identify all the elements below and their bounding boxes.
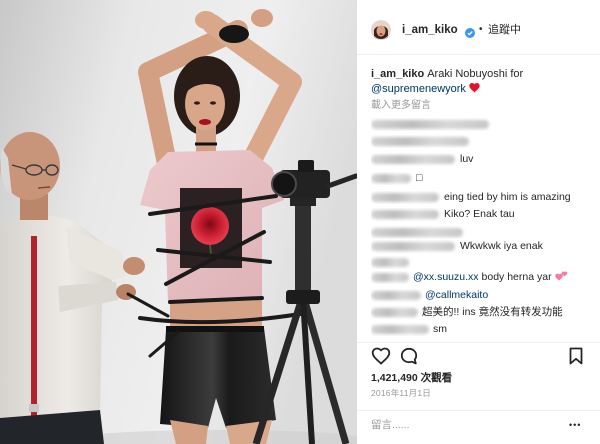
- comment: □: [371, 172, 596, 185]
- blurred-username[interactable]: [371, 291, 421, 300]
- comment: luv: [371, 153, 596, 166]
- post-caption: i_am_kiko Araki Nobuyoshi for @supremenew…: [371, 67, 596, 97]
- actions-divider: [357, 342, 600, 343]
- more-options-button[interactable]: •••: [569, 418, 581, 432]
- red-rose-print: [191, 207, 229, 245]
- suspender-clip: [29, 404, 39, 412]
- photographer-hand-upper: [123, 257, 145, 275]
- shorts-waistband: [166, 326, 264, 332]
- red-heart-icon: [469, 83, 480, 98]
- caption-text: Araki Nobuyoshi for: [427, 68, 524, 80]
- add-comment-input[interactable]: [369, 416, 559, 434]
- model-hand-right: [195, 11, 217, 29]
- load-more-comments-link[interactable]: 載入更多留言: [371, 100, 431, 112]
- comment: 超美的!! ins 竟然没有转发功能: [371, 306, 596, 319]
- camera-lens: [271, 171, 297, 197]
- blurred-username[interactable]: [371, 174, 411, 183]
- comment-text: body herna yar: [481, 271, 552, 283]
- red-suspender: [31, 236, 37, 416]
- comment-text: sm: [433, 323, 447, 335]
- two-hearts-icon: [554, 271, 568, 284]
- following-button[interactable]: 追蹤中: [488, 23, 521, 37]
- input-divider: [357, 410, 600, 411]
- comment: [371, 226, 596, 239]
- profile-avatar[interactable]: [371, 20, 391, 40]
- post-photo: [0, 0, 357, 444]
- model-eye: [210, 101, 216, 105]
- blurred-username[interactable]: [371, 228, 463, 237]
- camera-viewfinder: [298, 160, 314, 172]
- tripod-center-column: [295, 198, 311, 302]
- blurred-username[interactable]: [371, 325, 429, 334]
- comment-content: @xx.suuzu.xx body herna yar: [413, 271, 568, 284]
- comment: sm: [371, 323, 596, 336]
- comment: Wkwkwk iya enak: [371, 240, 596, 253]
- header-username-link[interactable]: i_am_kiko: [402, 23, 458, 37]
- bookmark-icon[interactable]: [569, 347, 583, 370]
- comment-icon[interactable]: [400, 347, 418, 370]
- blurred-username[interactable]: [371, 193, 439, 202]
- comment-text: 超美的!! ins 竟然没有转发功能: [422, 306, 563, 318]
- tripod-leg-hub: [286, 290, 320, 304]
- blurred-username[interactable]: [371, 155, 455, 164]
- blurred-username[interactable]: [371, 258, 409, 267]
- blurred-username[interactable]: [371, 210, 439, 219]
- model-hand-left: [251, 9, 273, 27]
- verified-badge-icon: [465, 25, 475, 38]
- model-eye: [194, 101, 200, 105]
- blurred-username[interactable]: [371, 242, 455, 251]
- blurred-username[interactable]: [371, 120, 489, 129]
- comment-text: Kiko? Enak tau: [444, 208, 515, 220]
- comment: @xx.suuzu.xx body herna yar: [371, 271, 596, 284]
- comment: @callmekaito: [371, 289, 596, 302]
- caption-mention-link[interactable]: @supremenewyork: [371, 83, 466, 95]
- view-count: 1,421,490 次觀看: [371, 372, 453, 384]
- model-lips: [199, 119, 211, 125]
- heart-outline-icon[interactable]: [371, 347, 391, 370]
- header-separator: •: [479, 24, 483, 35]
- comment-mention-link[interactable]: @callmekaito: [425, 289, 488, 302]
- post-side-panel: i_am_kiko • 追蹤中 i_am_kiko Araki Nobuyoshi…: [357, 0, 600, 444]
- photographer-mouth: [37, 186, 51, 189]
- comment-text: luv: [460, 153, 474, 165]
- blurred-username[interactable]: [371, 137, 469, 146]
- comment: eing tied by him is amazing: [371, 191, 596, 204]
- post-date-link[interactable]: 2016年11月1日: [371, 388, 431, 399]
- blurred-username[interactable]: [371, 273, 409, 282]
- comment-text: Wkwkwk iya enak: [460, 240, 543, 252]
- blurred-username[interactable]: [371, 308, 418, 317]
- comment: [371, 256, 596, 269]
- header-divider: [357, 54, 600, 55]
- caption-username-link[interactable]: i_am_kiko: [371, 68, 424, 80]
- comment: [371, 135, 596, 148]
- comment: Kiko? Enak tau: [371, 208, 596, 221]
- wrist-rope-tie: [219, 25, 249, 43]
- comment-text: □: [416, 172, 423, 184]
- comment: [371, 118, 596, 131]
- comment-mention-link[interactable]: @xx.suuzu.xx: [413, 271, 479, 283]
- comment-text: eing tied by him is amazing: [444, 191, 571, 203]
